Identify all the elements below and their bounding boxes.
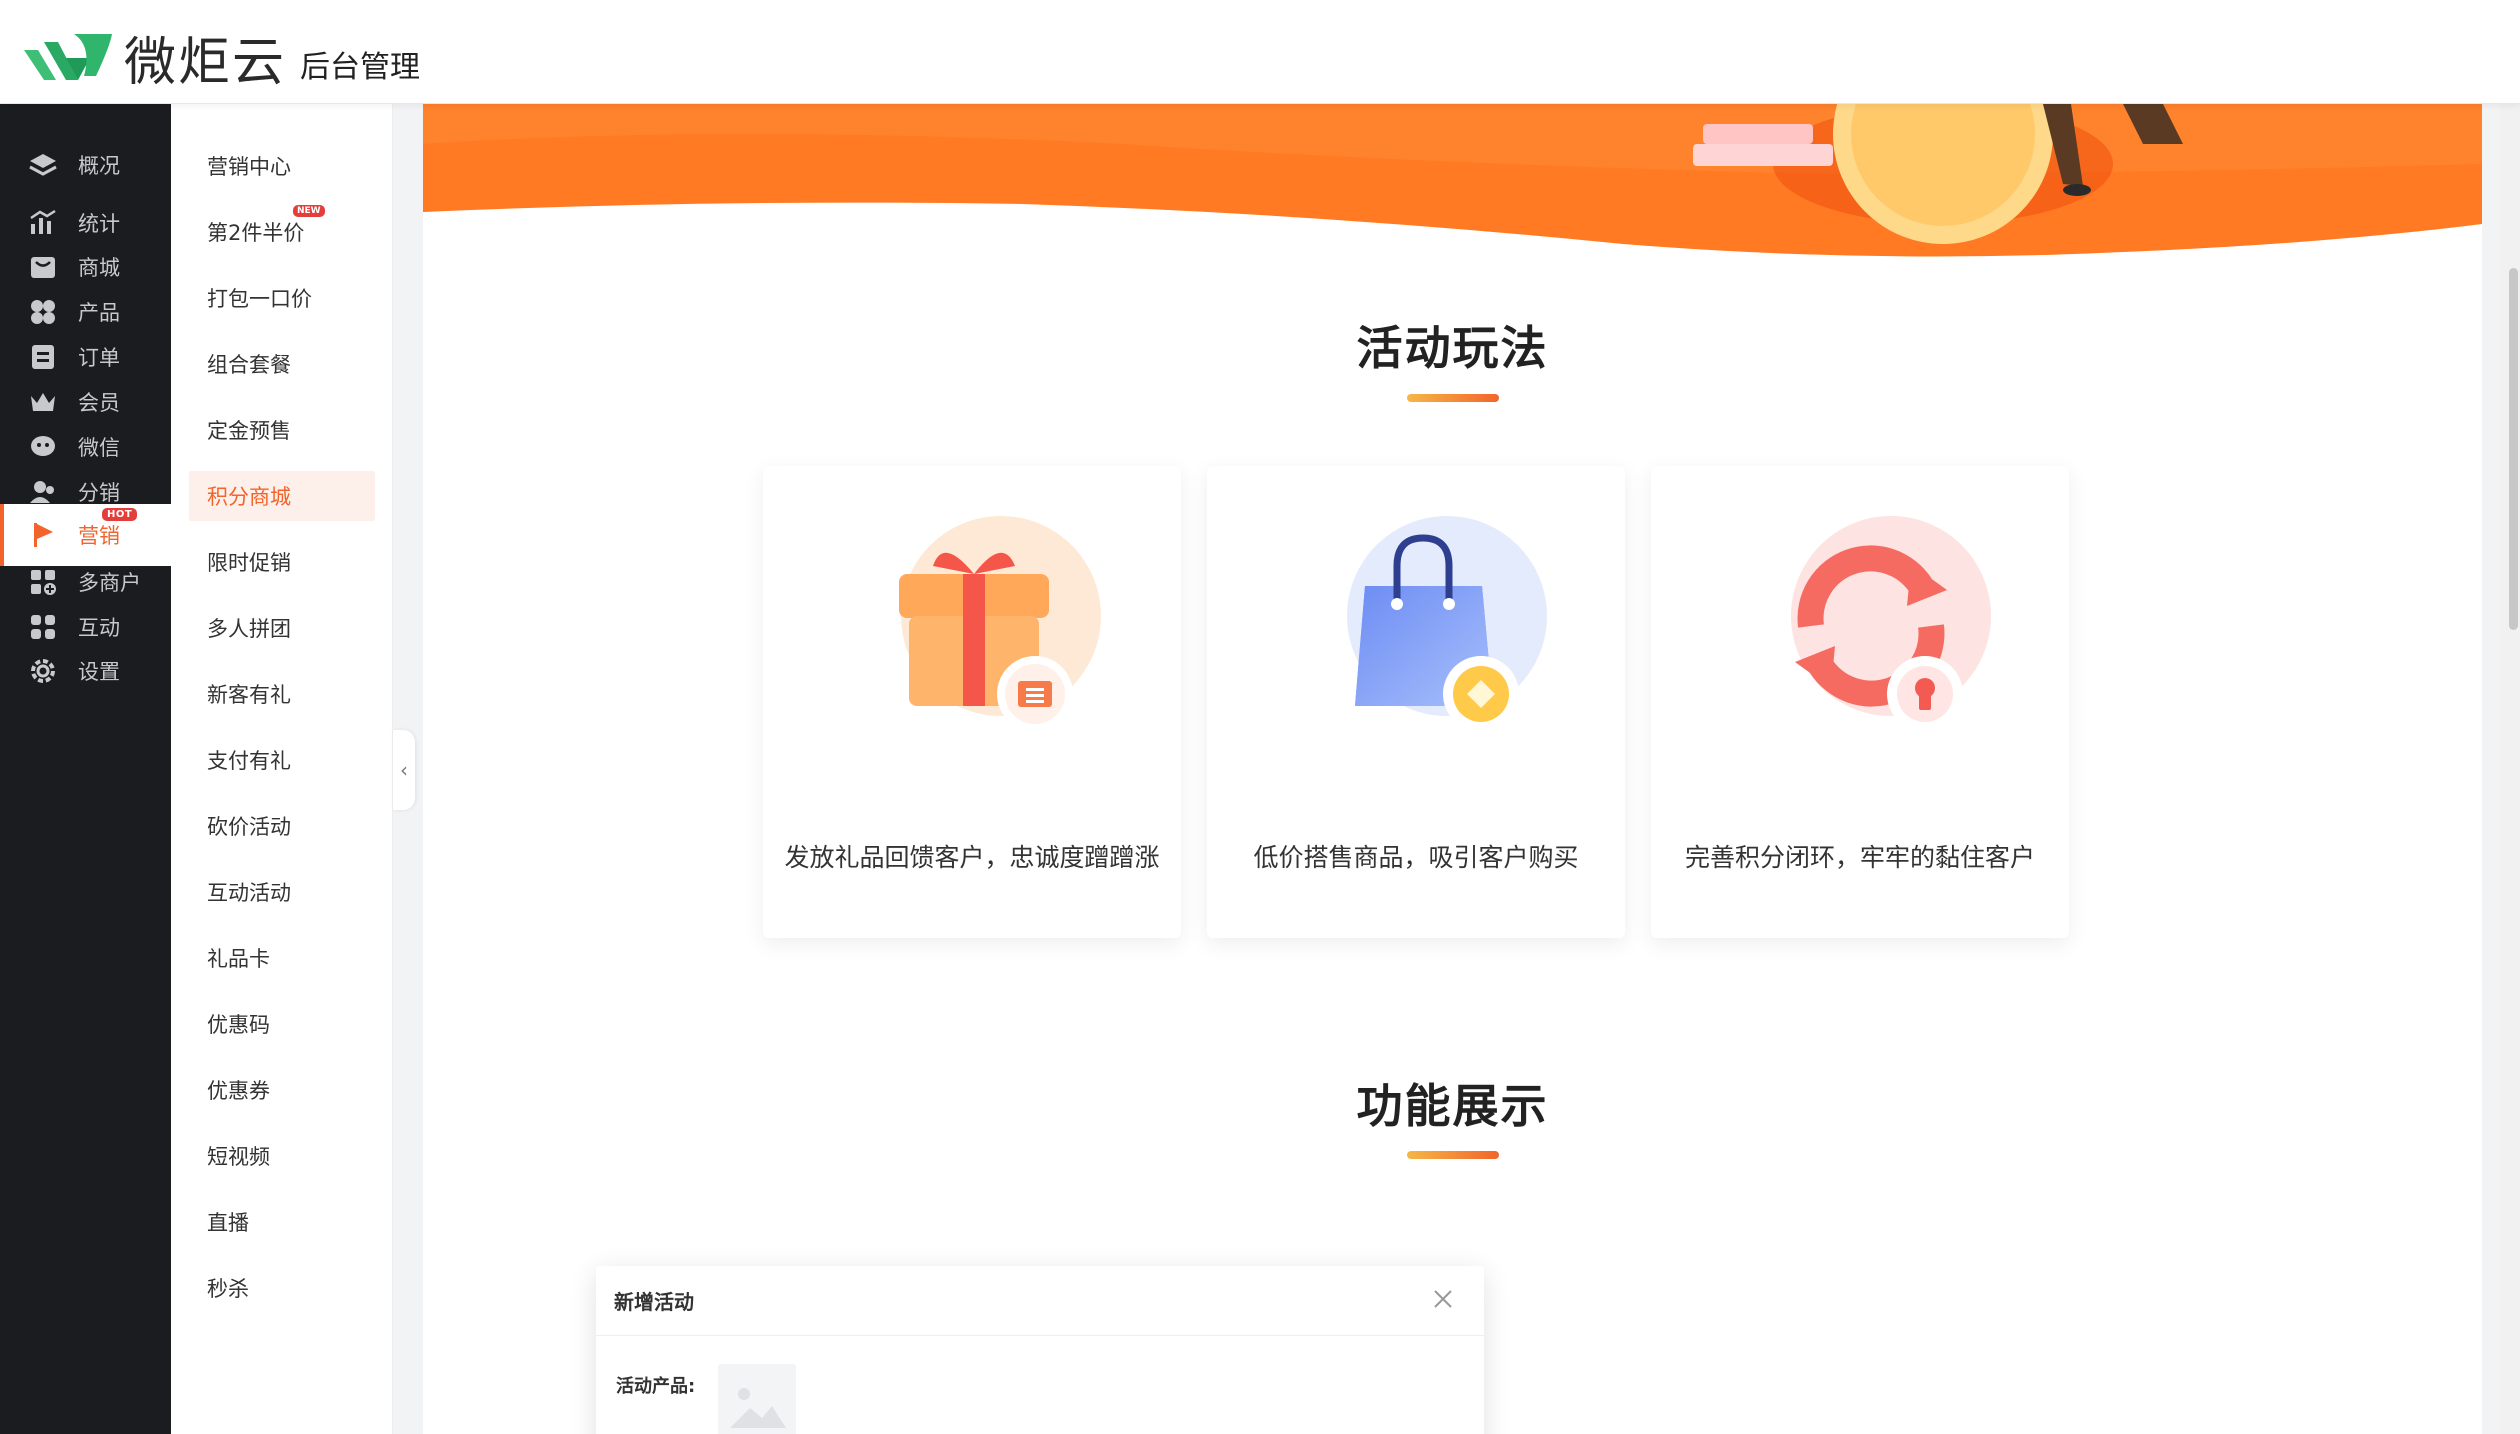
- sidebar-item-0[interactable]: 概况: [0, 134, 171, 196]
- sidebar-item-label: 多商户: [78, 571, 141, 595]
- sidebar-item-label: 互动: [78, 616, 120, 640]
- submenu-item-label: 第2件半价: [207, 221, 305, 245]
- submenu-item-12[interactable]: 礼品卡: [189, 933, 375, 983]
- sidebar-item-label: 会员: [78, 391, 120, 415]
- submenu-item-label: 营销中心: [207, 155, 291, 179]
- sidebar-item-label: 商城: [78, 256, 120, 280]
- sidebar-item-label: 订单: [78, 346, 120, 370]
- submenu-item-label: 新客有礼: [207, 683, 291, 707]
- submenu-item-9[interactable]: 支付有礼: [189, 735, 375, 785]
- image-icon: [730, 1388, 786, 1428]
- scrollbar-thumb[interactable]: [2509, 268, 2518, 630]
- submenu-item-label: 礼品卡: [207, 947, 270, 971]
- brand-name: 微炬云: [124, 33, 287, 93]
- activity-product-label: 活动产品:: [616, 1376, 696, 1397]
- submenu-item-2[interactable]: 打包一口价: [189, 273, 375, 323]
- submenu-item-4[interactable]: 定金预售: [189, 405, 375, 455]
- new-badge: NEW: [293, 205, 325, 217]
- section-title-gameplay: 活动玩法: [1356, 321, 1549, 375]
- cycle-icon: [1791, 516, 1991, 732]
- sidebar-item-label: 统计: [78, 212, 120, 236]
- sidebar-item-11[interactable]: 设置: [0, 640, 171, 702]
- submenu-item-16[interactable]: 直播: [189, 1197, 375, 1247]
- brand-logo[interactable]: 微炬云 后台管理: [22, 20, 420, 95]
- layers-icon: [28, 150, 58, 180]
- submenu-item-label: 优惠券: [207, 1079, 270, 1103]
- sidebar-item-label: 微信: [78, 436, 120, 460]
- submenu-item-1[interactable]: 第2件半价 NEW: [189, 205, 375, 257]
- submenu-item-label: 积分商城: [207, 485, 291, 509]
- sidebar-item-label: 分销: [78, 481, 120, 505]
- submenu-item-8[interactable]: 新客有礼: [189, 669, 375, 719]
- submenu-item-label: 互动活动: [207, 881, 291, 905]
- submenu-item-17[interactable]: 秒杀: [189, 1263, 375, 1313]
- primary-sidebar: 概况统计商城产品订单会员微信分销营销 HOT 多商户互动设置: [0, 104, 171, 1434]
- flag-icon: [28, 520, 58, 550]
- submenu-item-label: 优惠码: [207, 1013, 270, 1037]
- submenu-item-5[interactable]: 积分商城: [189, 471, 375, 521]
- card-text: 发放礼品回馈客户，忠诚度蹭蹭涨: [784, 843, 1160, 872]
- submenu-item-label: 打包一口价: [207, 287, 312, 311]
- gift-icon: [899, 516, 1101, 732]
- submenu-item-label: 直播: [207, 1211, 249, 1235]
- title-underline: [1407, 394, 1499, 402]
- card-text: 低价搭售商品，吸引客户购买: [1253, 843, 1579, 872]
- chevron-left-icon: ‹: [400, 758, 408, 782]
- order-icon: [28, 342, 58, 372]
- sidebar-item-label: 产品: [78, 301, 120, 325]
- submenu-item-label: 多人拼团: [207, 617, 291, 641]
- submenu-item-label: 短视频: [207, 1145, 270, 1169]
- store-icon: [28, 252, 58, 282]
- feature-card-bag: 低价搭售商品，吸引客户购买: [1207, 466, 1625, 938]
- dialog-header: 新增活动: [596, 1266, 1484, 1336]
- crown-icon: [28, 387, 58, 417]
- sidebar-item-label: 营销: [78, 524, 120, 548]
- sidebar-item-label: 设置: [78, 660, 120, 684]
- brand-subtitle: 后台管理: [300, 49, 421, 85]
- main-content: 活动玩法 发放礼品回馈客户，忠诚度蹭蹭涨 低价搭售商品，吸引客户购买 完善积分闭…: [423, 104, 2482, 1434]
- shopping-bag-icon: [1347, 516, 1547, 732]
- feature-card-gift: 发放礼品回馈客户，忠诚度蹭蹭涨: [763, 466, 1181, 938]
- sidebar-item-label: 概况: [78, 154, 120, 178]
- wechat-icon: [28, 432, 58, 462]
- gear-icon: [28, 656, 58, 686]
- submenu-item-11[interactable]: 互动活动: [189, 867, 375, 917]
- submenu-item-label: 秒杀: [207, 1277, 249, 1301]
- grid-icon: [28, 297, 58, 327]
- top-header: 微炬云 后台管理: [0, 0, 2520, 104]
- users-icon: [28, 477, 58, 507]
- submenu-item-label: 组合套餐: [207, 353, 291, 377]
- close-icon[interactable]: [1428, 1284, 1458, 1314]
- submenu-item-10[interactable]: 砍价活动: [189, 801, 375, 851]
- submenu-item-13[interactable]: 优惠码: [189, 999, 375, 1049]
- shop-plus-icon: [28, 567, 58, 597]
- submenu-item-3[interactable]: 组合套餐: [189, 339, 375, 389]
- submenu-item-label: 限时促销: [207, 551, 291, 575]
- section-title-features: 功能展示: [1356, 1079, 1549, 1133]
- banner-illustration: [423, 104, 2482, 257]
- image-placeholder[interactable]: [718, 1364, 796, 1434]
- submenu-item-7[interactable]: 多人拼团: [189, 603, 375, 653]
- hot-badge: HOT: [102, 508, 138, 521]
- submenu-item-6[interactable]: 限时促销: [189, 537, 375, 587]
- submenu-item-15[interactable]: 短视频: [189, 1131, 375, 1181]
- collapse-menu-button[interactable]: ‹: [393, 730, 415, 810]
- card-text: 完善积分闭环，牢牢的黏住客户: [1684, 843, 2035, 872]
- feature-card-cycle: 完善积分闭环，牢牢的黏住客户: [1651, 466, 2069, 938]
- add-activity-dialog-preview: 新增活动 活动产品:: [596, 1266, 1484, 1434]
- submenu-item-0[interactable]: 营销中心: [189, 141, 375, 191]
- submenu-item-14[interactable]: 优惠券: [189, 1065, 375, 1115]
- interact-icon: [28, 612, 58, 642]
- submenu-item-label: 支付有礼: [207, 749, 291, 773]
- title-underline: [1407, 1151, 1499, 1159]
- chart-icon: [28, 208, 58, 238]
- logo-icon: [24, 33, 112, 80]
- submenu-item-label: 定金预售: [207, 419, 291, 443]
- submenu-item-label: 砍价活动: [207, 815, 291, 839]
- dialog-title: 新增活动: [614, 1290, 694, 1314]
- secondary-menu: 营销中心第2件半价 NEW 打包一口价组合套餐定金预售积分商城限时促销多人拼团新客有…: [171, 104, 393, 1434]
